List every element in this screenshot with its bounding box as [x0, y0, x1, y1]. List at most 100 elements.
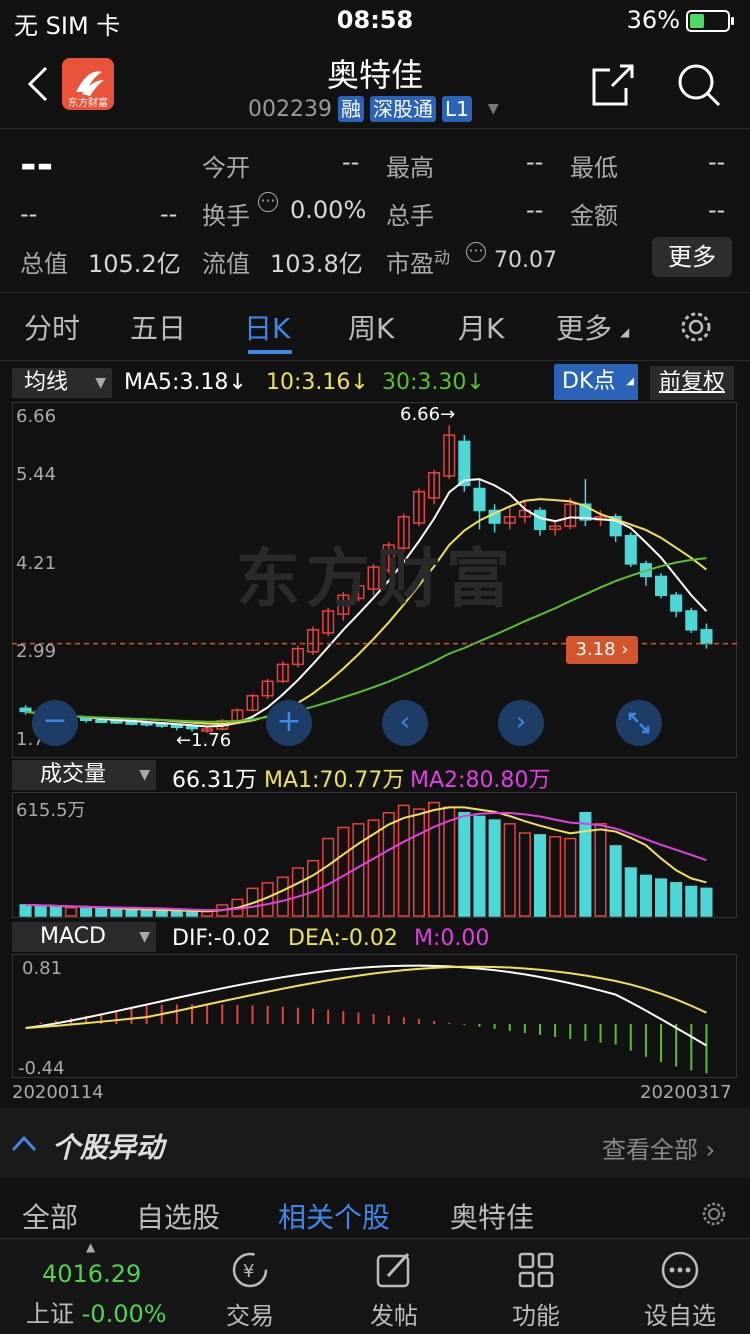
high-marker: 6.66→: [400, 404, 456, 425]
news-section: 个股异动 查看全部 ›: [0, 1108, 750, 1178]
more-button[interactable]: 更多: [652, 237, 732, 277]
volume-bar: [700, 887, 713, 917]
index-value[interactable]: 4016.29: [42, 1260, 141, 1288]
tab-more-caret-icon: ◢: [620, 325, 630, 339]
volume-select[interactable]: 成交量 ▼: [12, 760, 156, 790]
candle-body: [685, 610, 698, 631]
vol-ma1-legend: MA1:70.77万: [264, 768, 405, 793]
ma10-legend: 10:3.16↓: [266, 370, 369, 395]
zoom-out-button[interactable]: −: [32, 700, 78, 746]
subtab-related[interactable]: 相关个股: [278, 1196, 390, 1236]
volume-bar: [685, 885, 698, 917]
end-date: 20200317: [640, 1082, 732, 1103]
view-all-link[interactable]: 查看全部 ›: [602, 1130, 715, 1165]
more-dots-icon[interactable]: [660, 1250, 700, 1290]
subtab-all[interactable]: 全部: [22, 1196, 78, 1236]
subtab-settings-button[interactable]: [700, 1200, 728, 1228]
tab-post[interactable]: 发帖: [334, 1296, 454, 1331]
volume-bar: [624, 867, 637, 917]
volume-bar: [34, 905, 47, 917]
candle-body: [654, 575, 668, 597]
volume-bar: [64, 906, 78, 917]
dk-point-button[interactable]: DK点 ◢: [554, 364, 638, 400]
candle-body: [700, 629, 713, 645]
volume-bar: [518, 832, 531, 917]
price-change: --: [20, 200, 38, 228]
amount-label: 金额: [570, 202, 618, 230]
volume-bar: [639, 874, 652, 917]
tab-weekly-k[interactable]: 周K: [348, 307, 394, 347]
tab-trade[interactable]: 交易: [190, 1296, 310, 1331]
subtab-watchlist[interactable]: 自选股: [136, 1196, 220, 1236]
info-icon[interactable]: ···: [258, 192, 278, 212]
tab-monthly-k[interactable]: 月K: [458, 307, 504, 347]
volume-bar: [170, 910, 183, 917]
candle-body: [670, 594, 683, 612]
volume-bar: [140, 909, 153, 917]
volume-bar: [110, 908, 123, 917]
news-title: 个股异动: [52, 1131, 165, 1164]
dea-legend: DEA:-0.02: [288, 926, 398, 951]
search-button[interactable]: [676, 62, 722, 108]
high-label: 最高: [386, 154, 434, 182]
ytick-2: 4.21: [16, 553, 57, 574]
float-cap-label: 流值: [202, 250, 250, 278]
tab-five-day[interactable]: 五日: [130, 307, 186, 347]
macd-select[interactable]: MACD ▼: [12, 922, 156, 952]
caret-down-icon[interactable]: ▼: [488, 101, 499, 117]
tab-set-watchlist[interactable]: 设自选: [620, 1296, 740, 1331]
open-label: 今开: [202, 154, 250, 182]
trade-icon[interactable]: ¥: [230, 1250, 270, 1290]
dif-line: [25, 964, 707, 1047]
volume-bar: [594, 823, 607, 917]
volume-chart[interactable]: [12, 792, 738, 918]
low-label: 最低: [570, 154, 618, 182]
period-tabs: 分时 五日 日K 周K 月K 更多 ◢: [0, 295, 750, 359]
volume-bar: [533, 834, 547, 917]
scroll-left-button[interactable]: ‹: [382, 700, 428, 746]
candle-body: [473, 487, 486, 512]
tab-functions[interactable]: 功能: [476, 1296, 596, 1331]
indicator-select[interactable]: 均线 ▼: [12, 368, 112, 398]
settings-button[interactable]: [678, 309, 714, 345]
share-button[interactable]: [590, 62, 636, 108]
fullscreen-button[interactable]: [616, 700, 662, 746]
adjust-button[interactable]: 前复权: [650, 366, 734, 400]
last-price: --: [20, 142, 54, 188]
candle-body: [533, 509, 547, 531]
scroll-right-button[interactable]: ›: [498, 700, 544, 746]
page-title: 奥特佳: [326, 56, 423, 94]
pe-info-icon[interactable]: ···: [466, 242, 486, 262]
grid-icon[interactable]: [516, 1250, 556, 1290]
volume-bar: [609, 845, 622, 917]
volume-bar: [473, 815, 486, 917]
volume-bar: [49, 906, 62, 917]
dif-legend: DIF:-0.02: [172, 926, 271, 951]
index-line[interactable]: 上证 -0.00%: [26, 1294, 167, 1329]
volume-bar: [95, 908, 108, 917]
turnover-value: 0.00%: [290, 196, 367, 224]
battery-pct: 36%: [626, 6, 680, 34]
tab-daily-k[interactable]: 日K: [244, 307, 290, 347]
macd-min-label: -0.44: [18, 1058, 65, 1079]
ma5-legend: MA5:3.18↓: [124, 370, 247, 395]
volume-bar: [125, 909, 138, 917]
candle-body: [95, 719, 108, 724]
dea-line: [25, 965, 707, 1029]
zoom-in-button[interactable]: +: [266, 700, 312, 746]
candle-body: [170, 724, 183, 729]
stock-code-line: 002239 融 深股通 L1 ▼: [248, 96, 499, 122]
market-cap-value: 105.2亿: [88, 250, 181, 278]
macd-chart[interactable]: [12, 954, 738, 1078]
tab-minute[interactable]: 分时: [24, 307, 80, 347]
tag-margin: 融: [337, 96, 364, 122]
tab-more[interactable]: 更多: [556, 307, 612, 347]
pe-value: 70.07: [494, 248, 557, 273]
volume-bar: [670, 882, 683, 917]
chevron-up-icon[interactable]: [10, 1134, 40, 1154]
subtab-stock[interactable]: 奥特佳: [450, 1196, 534, 1236]
volume-bar: [80, 907, 93, 917]
svg-text:¥: ¥: [243, 1261, 254, 1282]
volume-bar: [291, 867, 304, 917]
post-icon[interactable]: [374, 1250, 414, 1290]
